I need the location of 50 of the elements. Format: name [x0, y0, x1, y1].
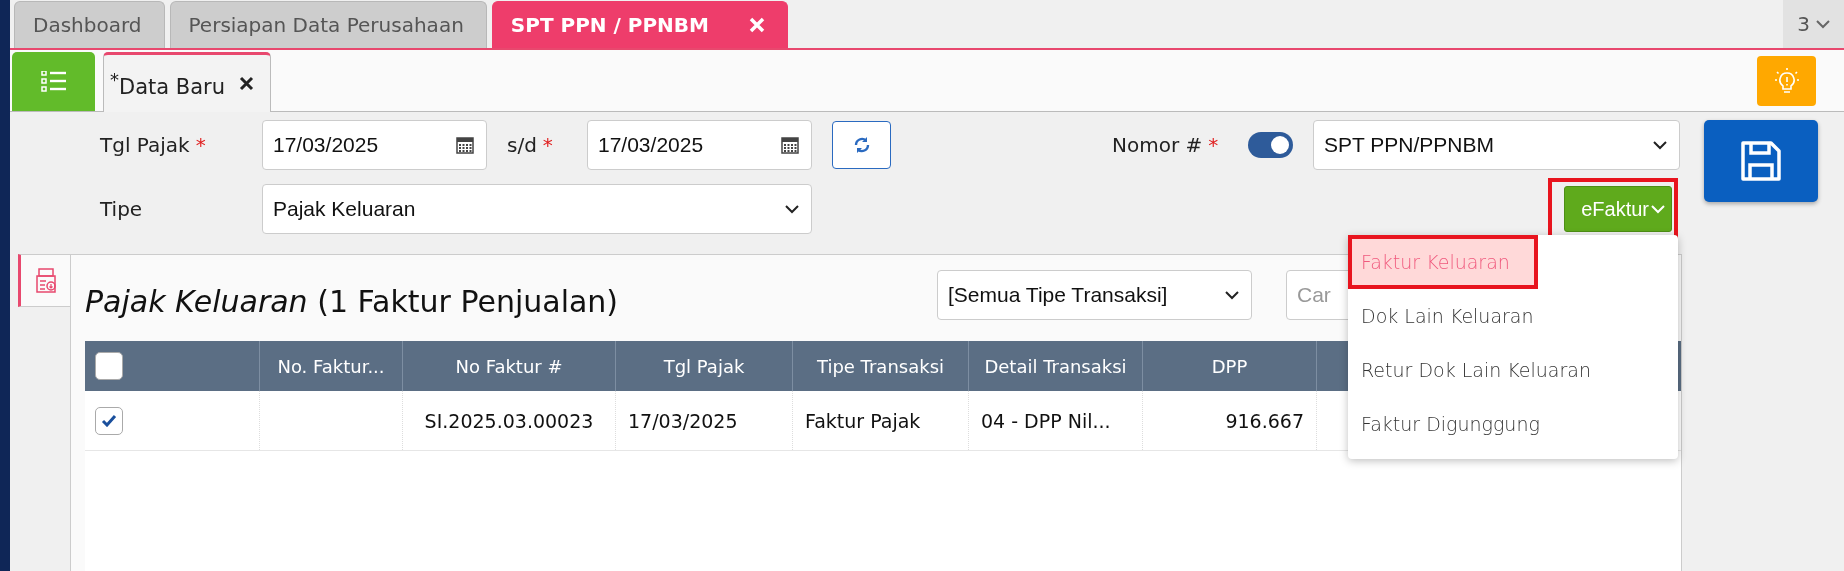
table-cell: Faktur Pajak [793, 391, 969, 450]
tab[interactable]: Dashboard [14, 1, 165, 48]
chevron-down-icon [1653, 140, 1667, 150]
date-field[interactable]: 17/03/2025 [262, 120, 487, 170]
tipe-label: Tipe [100, 197, 144, 221]
tax-document-icon [33, 267, 58, 294]
checkmark-icon [101, 414, 117, 427]
transaction-type-select[interactable]: [Semua Tipe Transaksi] [937, 270, 1252, 320]
table-cell: 17/03/2025 [616, 391, 793, 450]
chevron-down-icon [1815, 19, 1830, 29]
calendar-icon [456, 136, 474, 154]
chevron-down-icon [785, 204, 799, 214]
close-icon[interactable] [239, 76, 255, 91]
tgl-pajak-label: Tgl Pajak * [100, 133, 207, 157]
calendar-icon [781, 136, 799, 154]
column-header[interactable]: DPP [1143, 341, 1317, 391]
date-field[interactable]: 17/03/2025 [587, 120, 812, 170]
column-header[interactable]: Detail Transaksi [969, 341, 1143, 391]
menu-item[interactable]: Faktur Digunggung [1348, 397, 1678, 451]
refresh-button[interactable] [832, 121, 891, 169]
tipe-select[interactable]: Pajak Keluaran [262, 184, 812, 234]
tab[interactable]: SPT PPN / PPNBM [491, 1, 788, 48]
efaktur-button[interactable]: eFaktur [1564, 186, 1672, 232]
select-all-checkbox[interactable] [95, 352, 123, 380]
menu-item[interactable]: Retur Dok Lain Keluaran [1348, 343, 1678, 397]
sd-label: s/d * [507, 133, 554, 157]
chevron-down-icon [1651, 204, 1665, 214]
toggle-switch[interactable] [1248, 132, 1293, 158]
chevron-down-icon [1225, 290, 1239, 300]
save-icon [1739, 139, 1783, 183]
refresh-icon [852, 136, 871, 154]
document-tab[interactable]: $^{*}$Data Baru [103, 52, 272, 112]
tax-tab[interactable] [18, 254, 70, 307]
lightbulb-icon [1773, 66, 1800, 95]
column-header[interactable]: Tipe Transaksi [793, 341, 969, 391]
nomor-label: Nomor # * [1112, 133, 1220, 157]
column-header[interactable]: Tgl Pajak [616, 341, 793, 391]
tab[interactable]: Persiapan Data Perusahaan [169, 1, 487, 48]
column-header[interactable]: No Faktur # [403, 341, 616, 391]
list-icon [40, 70, 67, 93]
menu-item[interactable]: Dok Lain Keluaran [1348, 289, 1678, 343]
row-checkbox[interactable] [95, 406, 123, 435]
table-cell: SI.2025.03.00023 [403, 391, 616, 450]
table-cell: 916.667 [1143, 391, 1317, 450]
save-button[interactable] [1704, 120, 1818, 202]
column-header[interactable]: No. Faktur... [260, 341, 403, 391]
panel-title: Pajak Keluaran (1 Faktur Penjualan) [85, 282, 620, 319]
table-cell: 04 - DPP Nil... [969, 391, 1143, 450]
nomor-select[interactable]: SPT PPN/PPNBM [1313, 120, 1680, 170]
tab-count-dropdown[interactable]: 3 [1783, 0, 1844, 48]
